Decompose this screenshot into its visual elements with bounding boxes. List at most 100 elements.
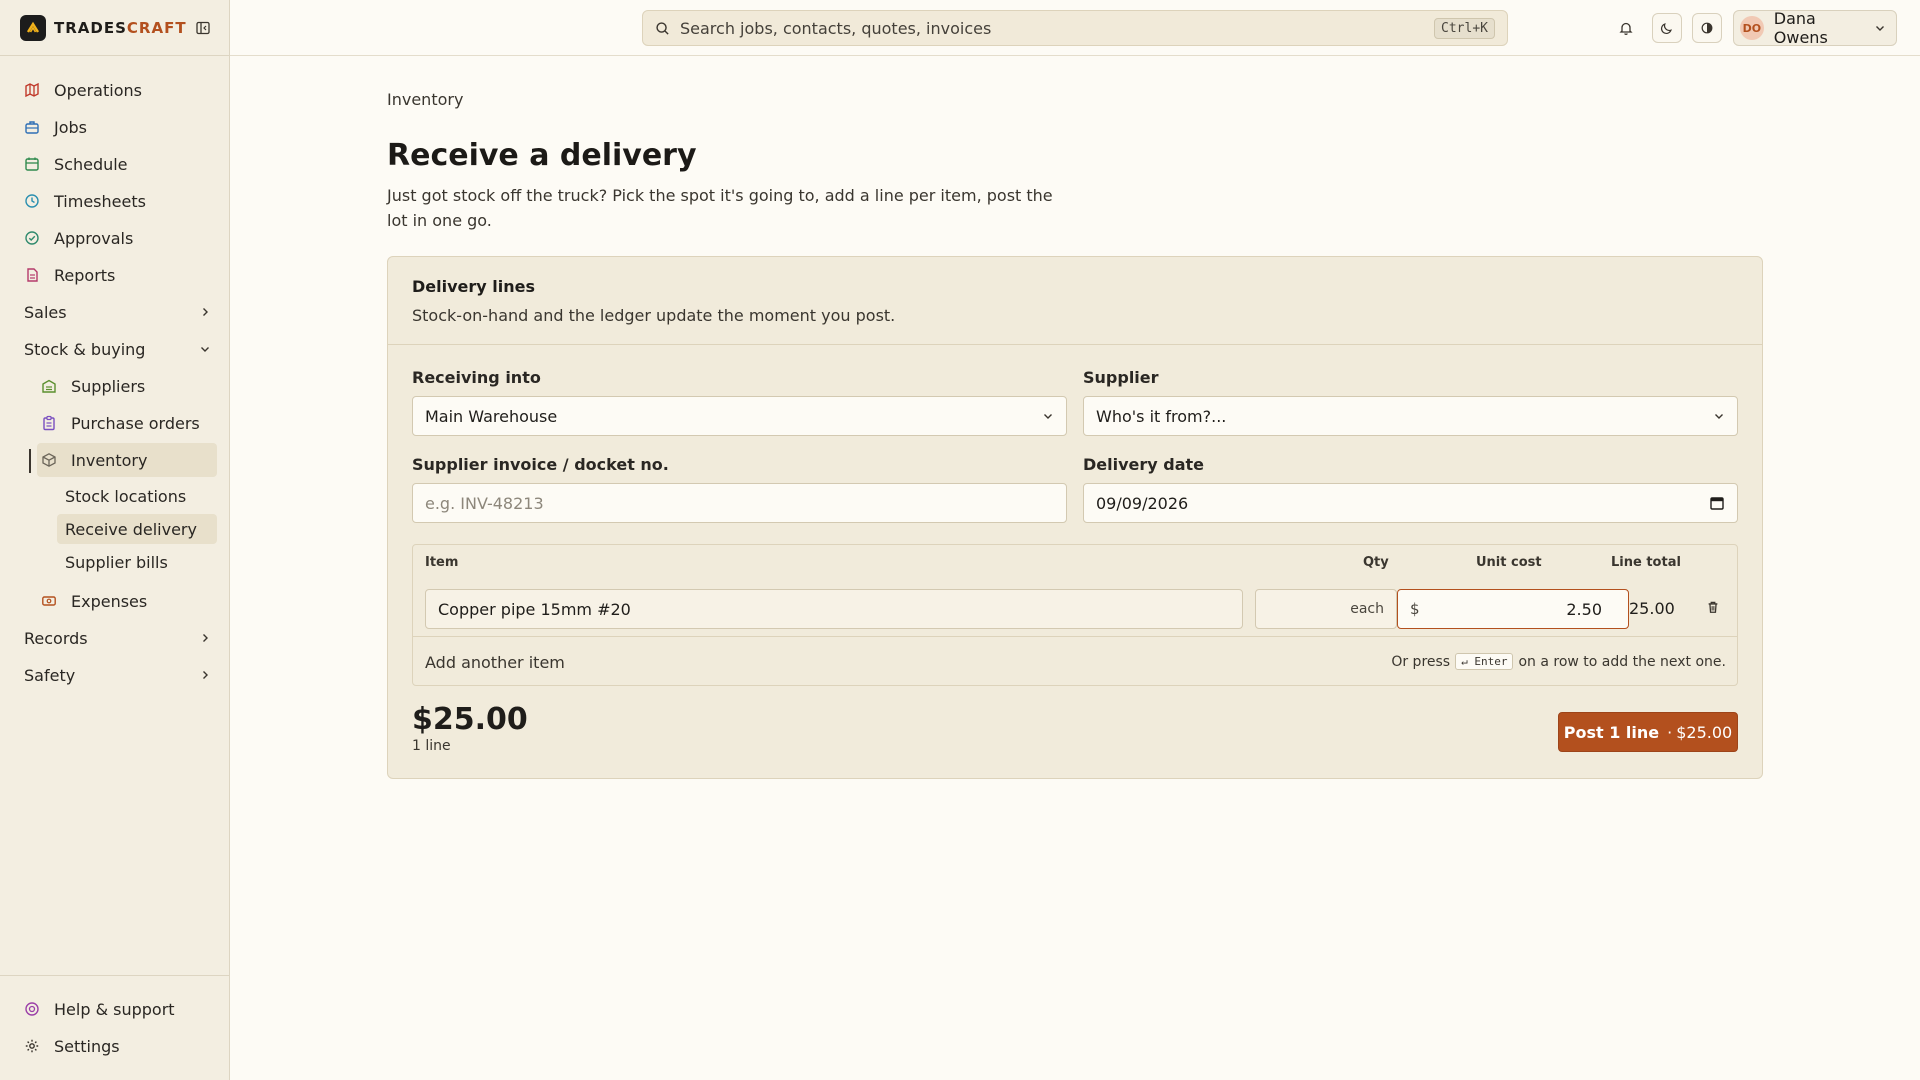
sidebar-item-expenses[interactable]: Expenses	[37, 584, 217, 618]
delivery-date-label: Delivery date	[1083, 455, 1205, 474]
user-name: Dana Owens	[1773, 9, 1828, 47]
sidebar-item-schedule[interactable]: Schedule	[20, 147, 217, 181]
qty-unit: each	[1350, 601, 1384, 617]
delivery-card: Delivery lines Stock-on-hand and the led…	[387, 256, 1763, 779]
line-count: 1 line	[412, 738, 451, 754]
divider	[413, 636, 1737, 637]
total-amount: $25.00	[412, 702, 528, 737]
invoice-input[interactable]: e.g. INV-48213	[412, 483, 1067, 523]
sidebar-group-records[interactable]: Records	[20, 621, 217, 655]
sidebar-item-help[interactable]: Help & support	[20, 992, 217, 1026]
sidebar-item-operations[interactable]: Operations	[20, 73, 217, 107]
sidebar: TRADESCRAFT Operations Jobs Schedule Tim…	[0, 0, 230, 1080]
trash-icon[interactable]	[1706, 600, 1720, 614]
sidebar-item-label: Operations	[54, 80, 142, 100]
receiving-value: Main Warehouse	[425, 406, 558, 426]
sidebar-item-approvals[interactable]: Approvals	[20, 221, 217, 255]
moon-icon[interactable]	[1652, 13, 1682, 43]
active-indicator	[29, 449, 31, 473]
sidebar-item-settings[interactable]: Settings	[20, 1029, 217, 1063]
sidebar-item-label: Reports	[54, 265, 116, 285]
column-header-qty: Qty	[1363, 555, 1389, 570]
sidebar-item-supplier-bills[interactable]: Supplier bills	[57, 547, 217, 577]
sidebar-item-suppliers[interactable]: Suppliers	[37, 369, 217, 403]
search-bar[interactable]: Search jobs, contacts, quotes, invoices …	[642, 10, 1508, 46]
unit-cost-value: 2.50	[1566, 599, 1602, 619]
chevron-down-icon	[1713, 410, 1725, 422]
sidebar-item-label: Settings	[54, 1036, 120, 1056]
sidebar-group-sales[interactable]: Sales	[20, 295, 217, 329]
bell-icon[interactable]	[1611, 13, 1641, 43]
delivery-lines-table: Item Qty Unit cost Line total Copper pip…	[412, 544, 1738, 686]
supplier-placeholder: Who's it from?...	[1096, 406, 1227, 426]
sidebar-item-label: Supplier bills	[65, 552, 168, 572]
chevron-right-icon	[199, 669, 211, 681]
gear-icon	[23, 1037, 41, 1055]
hint-prefix: Or press	[1391, 653, 1451, 670]
brand-name: TRADESCRAFT	[54, 19, 187, 37]
supplier-label: Supplier	[1083, 368, 1159, 387]
avatar: DO	[1740, 16, 1764, 40]
chevron-down-icon	[199, 343, 211, 355]
item-value: Copper pipe 15mm #20	[438, 599, 631, 619]
box-icon	[40, 451, 58, 469]
sidebar-item-reports[interactable]: Reports	[20, 258, 217, 292]
contrast-icon[interactable]	[1692, 13, 1722, 43]
unit-cost-input[interactable]: $ 2.50	[1397, 589, 1629, 629]
calendar-icon[interactable]	[1709, 495, 1725, 511]
user-menu[interactable]: DO Dana Owens	[1733, 9, 1897, 47]
sidebar-item-label: Help & support	[54, 999, 175, 1019]
post-button-label: Post 1 line	[1563, 722, 1660, 742]
sidebar-item-stock-locations[interactable]: Stock locations	[57, 481, 217, 511]
sidebar-item-label: Approvals	[54, 228, 134, 248]
page-title: Receive a delivery	[387, 138, 697, 173]
card-title: Delivery lines	[412, 277, 536, 296]
receiving-label: Receiving into	[412, 368, 541, 387]
lifebuoy-icon	[23, 1000, 41, 1018]
clock-icon	[23, 192, 41, 210]
sidebar-item-timesheets[interactable]: Timesheets	[20, 184, 217, 218]
check-circle-icon	[23, 229, 41, 247]
map-icon	[23, 81, 41, 99]
sidebar-item-label: Jobs	[54, 117, 87, 137]
sidebar-item-purchase-orders[interactable]: Purchase orders	[37, 406, 217, 440]
sidebar-item-label: Suppliers	[71, 376, 146, 396]
file-icon	[23, 266, 41, 284]
delivery-date-value: 09/09/2026	[1096, 493, 1189, 513]
logo-icon	[20, 15, 46, 41]
supplier-select[interactable]: Who's it from?...	[1083, 396, 1738, 436]
sidebar-group-stock-buying[interactable]: Stock & buying	[20, 332, 217, 366]
invoice-placeholder: e.g. INV-48213	[425, 493, 544, 513]
clipboard-icon	[40, 414, 58, 432]
hint-suffix: on a row to add the next one.	[1518, 653, 1726, 670]
post-button-separator: ·	[1667, 722, 1673, 742]
group-label: Sales	[24, 302, 67, 322]
add-item-hint: Or press ↵ Enter on a row to add the nex…	[1391, 653, 1726, 670]
qty-input[interactable]: each	[1255, 589, 1397, 629]
delivery-date-input[interactable]: 09/09/2026	[1083, 483, 1738, 523]
sidebar-item-jobs[interactable]: Jobs	[20, 110, 217, 144]
sidebar-collapse-icon[interactable]	[195, 20, 211, 36]
receipt-icon	[40, 592, 58, 610]
brand[interactable]: TRADESCRAFT	[20, 15, 215, 41]
group-label: Stock & buying	[24, 339, 146, 359]
add-item-button[interactable]: Add another item	[425, 653, 565, 672]
group-label: Safety	[24, 665, 76, 685]
chevron-right-icon	[199, 632, 211, 644]
breadcrumb[interactable]: Inventory	[387, 90, 463, 109]
briefcase-icon	[23, 118, 41, 136]
search-shortcut: Ctrl+K	[1434, 17, 1495, 39]
sidebar-item-label: Receive delivery	[65, 519, 197, 539]
currency-symbol: $	[1410, 600, 1420, 618]
sidebar-item-receive-delivery[interactable]: Receive delivery	[57, 514, 217, 544]
item-input[interactable]: Copper pipe 15mm #20	[425, 589, 1243, 629]
sidebar-group-safety[interactable]: Safety	[20, 658, 217, 692]
receiving-into-select[interactable]: Main Warehouse	[412, 396, 1067, 436]
divider	[0, 975, 230, 976]
sidebar-item-inventory[interactable]: Inventory	[37, 443, 217, 477]
card-header: Delivery lines Stock-on-hand and the led…	[388, 257, 1762, 345]
sidebar-item-label: Inventory	[71, 450, 148, 470]
post-button[interactable]: Post 1 line · $25.00	[1558, 712, 1738, 752]
page-subtitle: Just got stock off the truck? Pick the s…	[387, 186, 1053, 230]
search-icon	[655, 21, 670, 36]
